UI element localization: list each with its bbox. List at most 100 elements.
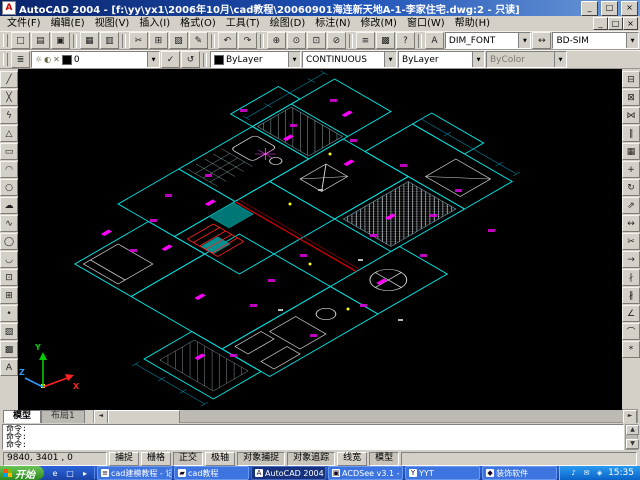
- extend-icon[interactable]: →: [622, 251, 640, 268]
- polygon-icon[interactable]: △: [0, 125, 18, 142]
- taskbar-task[interactable]: ▰cad教程: [174, 466, 249, 480]
- pan-icon[interactable]: ⊕: [267, 32, 286, 49]
- command-input-line[interactable]: 命令:: [6, 441, 620, 449]
- scale-icon[interactable]: ⇗: [622, 197, 640, 214]
- help-icon[interactable]: ?: [396, 32, 415, 49]
- command-text-area[interactable]: 命令: 命令: 命令:: [2, 424, 624, 450]
- close-button[interactable]: ×: [621, 1, 638, 16]
- erase-icon[interactable]: ⊟: [622, 71, 640, 88]
- layer-lock-icon[interactable]: ✕: [53, 55, 60, 64]
- minimize-button[interactable]: _: [581, 1, 598, 16]
- scroll-up-icon[interactable]: ▲: [626, 425, 639, 435]
- status-toggle-ortho[interactable]: 正交: [173, 452, 203, 466]
- scroll-down-icon[interactable]: ▼: [626, 439, 639, 449]
- scroll-right-icon[interactable]: ►: [623, 410, 637, 424]
- command-scrollbar[interactable]: ▲ ▼: [625, 424, 638, 450]
- lineweight-combo[interactable]: ByLayer ▼: [398, 51, 485, 68]
- taskbar-task[interactable]: YYYT: [405, 466, 480, 480]
- drawing-canvas[interactable]: Y X Z: [18, 69, 622, 410]
- chevron-down-icon[interactable]: ▼: [288, 52, 300, 67]
- chevron-down-icon[interactable]: ▼: [518, 33, 530, 48]
- color-combo[interactable]: ByLayer ▼: [210, 51, 301, 68]
- status-toggle-polar[interactable]: 极轴: [205, 452, 235, 466]
- arc-icon[interactable]: ◠: [0, 161, 18, 178]
- layer-manager-icon[interactable]: ≣: [11, 51, 30, 68]
- paste-icon[interactable]: ▧: [169, 32, 188, 49]
- media-player-icon[interactable]: ▸: [78, 467, 92, 479]
- rectangle-icon[interactable]: ▭: [0, 143, 18, 160]
- status-toggle-grid[interactable]: 栅格: [141, 452, 171, 466]
- break-at-point-icon[interactable]: ∤: [622, 269, 640, 286]
- make-block-icon[interactable]: ⊞: [0, 287, 18, 304]
- menu-edit[interactable]: 编辑(E): [46, 17, 90, 31]
- menu-modify[interactable]: 修改(M): [356, 17, 402, 31]
- copy-clip-icon[interactable]: ⊞: [149, 32, 168, 49]
- region-icon[interactable]: ▩: [0, 341, 18, 358]
- coordinate-readout[interactable]: 9840, 3401 , 0: [3, 452, 107, 466]
- menu-help[interactable]: 帮助(H): [450, 17, 495, 31]
- tab-model[interactable]: 模型: [3, 410, 41, 423]
- menu-view[interactable]: 视图(V): [90, 17, 135, 31]
- dim-style-icon[interactable]: ↔: [532, 32, 551, 49]
- taskbar-task[interactable]: ▣ACDSee v3.1 - 20...: [328, 466, 403, 480]
- menu-format[interactable]: 格式(O): [175, 17, 221, 31]
- point-icon[interactable]: •: [0, 305, 18, 322]
- open-file-icon[interactable]: ▤: [31, 32, 50, 49]
- menu-dimension[interactable]: 标注(N): [310, 17, 355, 31]
- volume-icon[interactable]: ♪: [568, 468, 579, 479]
- horizontal-scrollbar[interactable]: ◄ ►: [93, 409, 638, 423]
- status-toggle-lwt[interactable]: 线宽: [337, 452, 367, 466]
- toolbar-grip[interactable]: [3, 53, 8, 66]
- internet-explorer-icon[interactable]: e: [48, 467, 62, 479]
- status-toggle-snap[interactable]: 捕捉: [109, 452, 139, 466]
- trim-icon[interactable]: ✂: [622, 233, 640, 250]
- stretch-icon[interactable]: ↔: [622, 215, 640, 232]
- start-button[interactable]: 开始: [0, 466, 44, 480]
- rotate-icon[interactable]: ↻: [622, 179, 640, 196]
- zoom-realtime-icon[interactable]: ⊙: [287, 32, 306, 49]
- plot-icon[interactable]: ▦: [80, 32, 99, 49]
- menu-window[interactable]: 窗口(W): [402, 17, 450, 31]
- text-style-combo[interactable]: DIM_FONT ▼: [445, 32, 532, 49]
- taskbar-task[interactable]: AAutoCAD 2004 - [...: [251, 466, 326, 480]
- maximize-button[interactable]: □: [601, 1, 618, 16]
- chamfer-icon[interactable]: ∠: [622, 305, 640, 322]
- taskbar-clock[interactable]: 15:35: [608, 468, 634, 478]
- new-file-icon[interactable]: □: [11, 32, 30, 49]
- doc-restore-button[interactable]: □: [608, 17, 623, 30]
- circle-icon[interactable]: ○: [0, 179, 18, 196]
- insert-block-icon[interactable]: ⊡: [0, 269, 18, 286]
- spline-icon[interactable]: ∿: [0, 215, 18, 232]
- ellipse-arc-icon[interactable]: ◡: [0, 251, 18, 268]
- menu-insert[interactable]: 插入(I): [134, 17, 175, 31]
- zoom-window-icon[interactable]: ⊡: [307, 32, 326, 49]
- chevron-down-icon[interactable]: ▼: [626, 33, 638, 48]
- toolbar-grip[interactable]: [3, 34, 8, 47]
- fillet-icon[interactable]: ⌒: [622, 323, 640, 340]
- designcenter-icon[interactable]: ▩: [376, 32, 395, 49]
- move-icon[interactable]: +: [622, 161, 640, 178]
- redo-icon[interactable]: ↷: [238, 32, 257, 49]
- chevron-down-icon[interactable]: ▼: [147, 52, 159, 67]
- dim-style-combo[interactable]: BD-SIM ▼: [552, 32, 639, 49]
- copy-object-icon[interactable]: ⊠: [622, 89, 640, 106]
- mirror-icon[interactable]: ⋈: [622, 107, 640, 124]
- ellipse-icon[interactable]: ◯: [0, 233, 18, 250]
- layer-combo[interactable]: ☼ ◐ ✕ 0 ▼: [31, 51, 160, 68]
- revision-cloud-icon[interactable]: ☁: [0, 197, 18, 214]
- hatch-icon[interactable]: ▨: [0, 323, 18, 340]
- layer-freeze-icon[interactable]: ◐: [44, 55, 51, 64]
- layer-bulb-icon[interactable]: ☼: [35, 55, 42, 64]
- messenger-icon[interactable]: ✉: [581, 468, 592, 479]
- show-desktop-icon[interactable]: □: [63, 467, 77, 479]
- make-object-layer-current-icon[interactable]: ✓: [161, 51, 180, 68]
- offset-icon[interactable]: ∥: [622, 125, 640, 142]
- line-icon[interactable]: ╱: [0, 71, 18, 88]
- taskbar-task[interactable]: ◆装饰软件: [482, 466, 557, 480]
- status-toggle-model[interactable]: 模型: [369, 452, 399, 466]
- status-toggle-osnap[interactable]: 对象捕捉: [237, 452, 285, 466]
- explode-icon[interactable]: *: [622, 341, 640, 358]
- scroll-left-icon[interactable]: ◄: [94, 410, 108, 424]
- tab-layout1[interactable]: 布局1: [41, 410, 85, 423]
- text-style-icon[interactable]: A: [425, 32, 444, 49]
